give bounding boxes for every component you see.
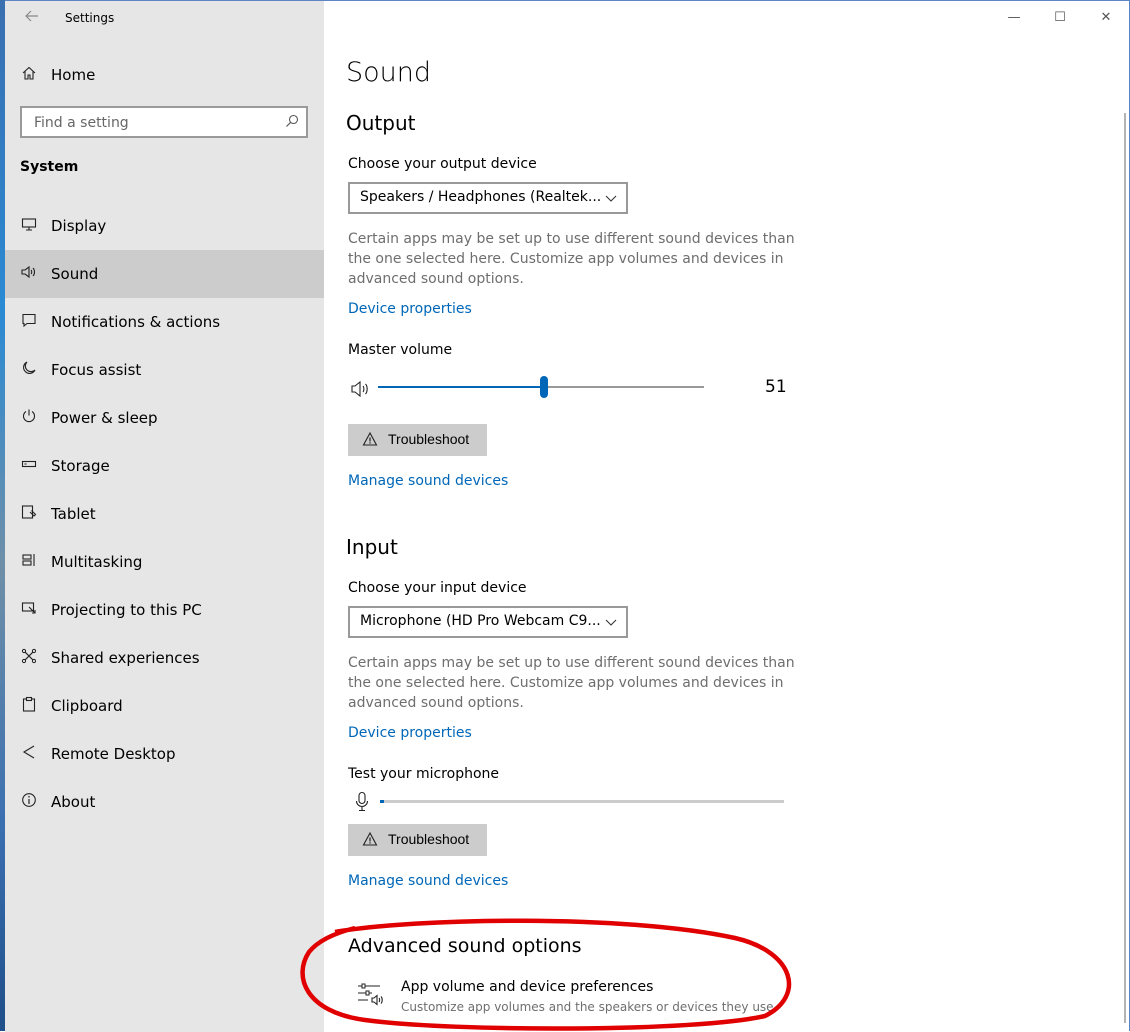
search-box[interactable] [20,106,308,138]
troubleshoot-label: Troubleshoot [388,831,470,847]
settings-window: Settings Home System Display Sound [5,0,1130,1032]
notifications-icon [19,312,39,332]
chevron-down-icon [604,614,618,628]
sidebar-item-label: Storage [51,457,110,475]
microphone-icon [354,791,370,813]
sidebar-item-projecting[interactable]: Projecting to this PC [5,586,324,634]
master-volume-value: 51 [765,377,787,397]
output-device-properties-link[interactable]: Device properties [348,301,472,317]
app-volume-item-subtitle: Customize app volumes and the speakers o… [401,1000,778,1014]
scrollbar[interactable] [1124,113,1126,1023]
back-arrow-icon[interactable] [22,8,42,28]
sidebar-item-clipboard[interactable]: Clipboard [5,682,324,730]
sidebar-item-label: Power & sleep [51,409,158,427]
sidebar-item-label: Remote Desktop [51,745,176,763]
search-input[interactable] [32,112,276,134]
warning-icon [362,431,378,447]
sidebar-item-label: Shared experiences [51,649,200,667]
remote-desktop-icon [19,744,39,764]
main-content: Sound Output Choose your output device S… [346,1,1106,1032]
sidebar-item-power-sleep[interactable]: Power & sleep [5,394,324,442]
sidebar-item-label: Home [51,66,96,84]
moon-icon [19,360,39,380]
input-device-label: Choose your input device [348,580,527,596]
input-description: Certain apps may be set up to use differ… [348,655,795,711]
section-heading-system: System [20,159,79,175]
sidebar-item-label: Sound [51,265,99,283]
output-description: Certain apps may be set up to use differ… [348,231,795,287]
output-troubleshoot-button[interactable]: Troubleshoot [348,424,487,456]
speaker-icon[interactable] [350,379,372,399]
window-title: Settings [65,11,115,25]
search-icon[interactable] [284,113,300,129]
storage-icon [19,456,39,476]
sidebar-item-label: Tablet [51,505,96,523]
input-troubleshoot-button[interactable]: Troubleshoot [348,824,487,856]
input-heading: Input [346,535,398,559]
chevron-down-icon [604,190,618,204]
power-icon [19,408,39,428]
sidebar-item-about[interactable]: About [5,778,324,826]
clipboard-icon [19,696,39,716]
page-title: Sound [346,57,432,88]
sidebar-item-multitasking[interactable]: Multitasking [5,538,324,586]
sidebar-item-label: Display [51,217,107,235]
output-device-value: Speakers / Headphones (Realtek... [360,189,602,205]
multitasking-icon [19,552,39,572]
sidebar-item-label: Notifications & actions [51,313,221,331]
sidebar-item-sound[interactable]: Sound [5,250,324,298]
tablet-icon [19,504,39,524]
sidebar-item-tablet[interactable]: Tablet [5,490,324,538]
sidebar-item-remote-desktop[interactable]: Remote Desktop [5,730,324,778]
sidebar-item-label: Multitasking [51,553,143,571]
microphone-level-meter [380,800,784,803]
test-microphone-label: Test your microphone [348,766,499,782]
input-device-value: Microphone (HD Pro Webcam C9... [360,613,601,629]
input-device-dropdown[interactable]: Microphone (HD Pro Webcam C9... [348,606,628,638]
sidebar: Settings Home System Display Sound [5,1,324,1032]
sidebar-item-notifications[interactable]: Notifications & actions [5,298,324,346]
output-manage-sound-devices-link[interactable]: Manage sound devices [348,473,508,489]
sidebar-item-focus-assist[interactable]: Focus assist [5,346,324,394]
sidebar-item-label: Focus assist [51,361,142,379]
output-heading: Output [346,111,416,135]
microphone-level-fill [380,800,385,803]
input-manage-sound-devices-link[interactable]: Manage sound devices [348,873,508,889]
shared-experiences-icon [19,648,39,668]
master-volume-label: Master volume [348,342,453,358]
display-icon [19,216,39,236]
sidebar-item-shared-experiences[interactable]: Shared experiences [5,634,324,682]
advanced-sound-options-heading: Advanced sound options [348,935,582,957]
sidebar-item-home[interactable]: Home [5,56,324,94]
input-device-properties-link[interactable]: Device properties [348,725,472,741]
speaker-icon [19,264,39,284]
master-volume-slider[interactable] [378,376,704,398]
output-device-dropdown[interactable]: Speakers / Headphones (Realtek... [348,182,628,214]
warning-icon [362,831,378,847]
info-icon [19,792,39,812]
sidebar-item-storage[interactable]: Storage [5,442,324,490]
output-device-label: Choose your output device [348,156,537,172]
sidebar-item-label: About [51,793,96,811]
home-icon [19,65,39,85]
app-volume-item-title: App volume and device preferences [401,979,654,995]
sidebar-item-display[interactable]: Display [5,202,324,250]
troubleshoot-label: Troubleshoot [388,431,470,447]
sidebar-item-label: Clipboard [51,697,123,715]
app-volume-device-preferences-item[interactable]: App volume and device preferences Custom… [356,976,786,1020]
sidebar-item-label: Projecting to this PC [51,601,202,619]
projecting-icon [19,600,39,620]
app-volume-mixer-icon [356,980,384,1008]
master-volume-thumb[interactable] [540,376,549,398]
master-volume-fill [378,386,545,388]
